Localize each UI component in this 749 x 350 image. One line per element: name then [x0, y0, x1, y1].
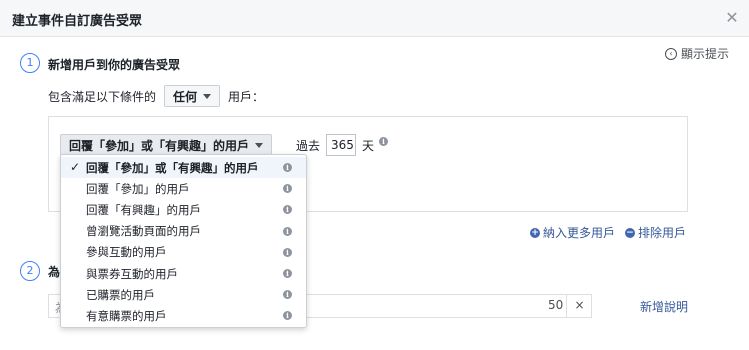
days-unit-label: 天 [362, 139, 375, 153]
match-type-value: 任何 [173, 89, 198, 104]
event-type-dropdown: ✓ 回覆「參加」或「有興趣」的用戶 i 回覆「參加」的用戶 i 回覆「有興趣」的… [60, 154, 307, 328]
exclude-label: 排除用戶 [638, 226, 687, 240]
dropdown-item[interactable]: 回覆「參加」的用戶 i [61, 178, 306, 199]
dropdown-item-label: 回覆「參加」的用戶 [86, 181, 190, 196]
description-char-count: 50 [548, 298, 564, 312]
rule-actions: + 納入更多用戶 − 排除用戶 [530, 224, 686, 241]
dropdown-item[interactable]: 與票券互動的用戶 i [61, 263, 306, 284]
minus-circle-icon: − [625, 227, 636, 238]
step-2-number: 2 [20, 261, 40, 281]
include-more-label: 納入更多用戶 [543, 226, 616, 240]
dropdown-item-label: 曾瀏覽活動頁面的用戶 [86, 224, 201, 239]
info-icon[interactable]: i [283, 205, 292, 215]
dropdown-item[interactable]: 曾瀏覽活動頁面的用戶 i [61, 221, 306, 242]
close-icon[interactable]: ✕ [723, 9, 741, 27]
dropdown-item[interactable]: 已購票的用戶 i [61, 284, 306, 305]
info-icon[interactable]: i [379, 137, 388, 146]
dropdown-item-label: 已購票的用戶 [86, 287, 155, 302]
dropdown-item[interactable]: 回覆「有興趣」的用戶 i [61, 199, 306, 220]
info-icon[interactable]: i [283, 184, 292, 194]
info-icon[interactable]: i [283, 163, 292, 172]
info-icon[interactable]: i [283, 290, 292, 300]
dropdown-item-label: 有意購票的用戶 [86, 308, 167, 323]
dialog-header: 建立事件自訂廣告受眾 ✕ [0, 0, 749, 37]
dropdown-item-label: 回覆「參加」或「有興趣」的用戶 [86, 160, 259, 175]
info-icon[interactable]: i [283, 247, 292, 257]
show-hints-link[interactable]: ‹ 顯示提示 [664, 45, 729, 62]
event-type-value: 回覆「參加」或「有興趣」的用戶 [69, 138, 250, 153]
chevron-down-icon [203, 93, 212, 99]
include-suffix: 用戶： [228, 89, 265, 104]
dropdown-item-label: 與票券互動的用戶 [86, 266, 178, 281]
include-prefix: 包含滿足以下條件的 [48, 89, 157, 104]
include-condition-row: 包含滿足以下條件的 任何 用戶： [48, 85, 264, 107]
info-icon[interactable]: i [283, 226, 292, 236]
show-hints-label: 顯示提示 [680, 47, 729, 61]
add-description-link[interactable]: 新增說明 [640, 298, 688, 315]
dropdown-item-label: 回覆「有興趣」的用戶 [86, 202, 201, 217]
plus-circle-icon: + [530, 227, 540, 238]
dialog-title: 建立事件自訂廣告受眾 [12, 14, 143, 29]
step-1-title: 新增用戶到你的廣告受眾 [48, 58, 181, 72]
info-icon[interactable]: i [283, 311, 292, 321]
dropdown-item-label: 參與互動的用戶 [86, 245, 167, 260]
dropdown-item[interactable]: ✓ 回覆「參加」或「有興趣」的用戶 i [61, 157, 306, 179]
dropdown-item[interactable]: 參與互動的用戶 i [61, 242, 306, 263]
past-label: 過去 [296, 139, 321, 153]
info-icon[interactable]: i [283, 268, 292, 278]
event-type-select[interactable]: 回覆「參加」或「有興趣」的用戶 [60, 134, 273, 156]
dropdown-item[interactable]: 有意購票的用戶 i [61, 305, 306, 326]
exclude-link[interactable]: − 排除用戶 [625, 224, 686, 241]
chevron-down-icon [255, 142, 264, 148]
step-1-number: 1 [20, 53, 40, 73]
step-2-title: 為 [48, 265, 61, 279]
include-more-link[interactable]: + 納入更多用戶 [530, 224, 615, 241]
days-input[interactable]: 365 [326, 134, 356, 156]
help-icon: ‹ [664, 47, 677, 60]
check-icon: ✓ [70, 160, 81, 174]
match-type-select[interactable]: 任何 [164, 85, 221, 107]
clear-description-button[interactable]: × [566, 294, 592, 318]
